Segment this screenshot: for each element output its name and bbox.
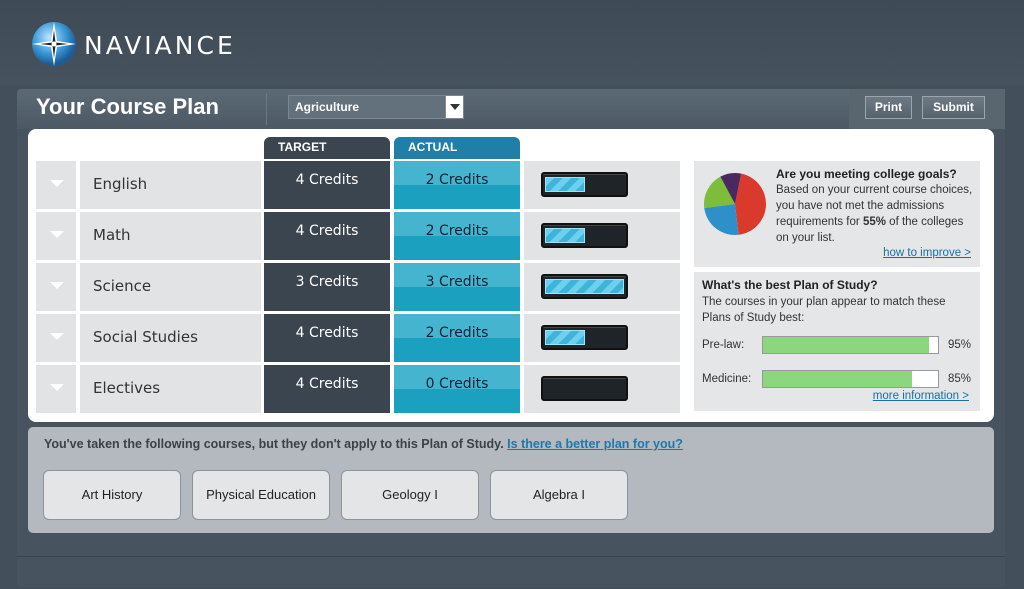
actual-credits: 0 Credits (394, 365, 520, 413)
subject-name: Social Studies (80, 314, 261, 362)
target-credits: 4 Credits (264, 212, 390, 260)
expand-triangle-icon[interactable] (36, 161, 76, 209)
actual-credits: 2 Credits (394, 314, 520, 362)
credit-row-social-studies: Social Studies 4 Credits 2 Credits (36, 314, 680, 362)
course-button-algebra-i[interactable]: Algebra I (490, 470, 628, 520)
expand-triangle-icon[interactable] (36, 314, 76, 362)
progress-cell (524, 365, 680, 413)
course-button-art-history[interactable]: Art History (43, 470, 181, 520)
plan-select-value: Agriculture (295, 100, 360, 114)
target-credits: 4 Credits (264, 365, 390, 413)
plan-of-study-select[interactable]: Agriculture (288, 95, 464, 119)
progress-bar-fill (545, 228, 585, 243)
expand-triangle-icon[interactable] (36, 212, 76, 260)
target-credits: 4 Credits (264, 161, 390, 209)
course-button-geology-i[interactable]: Geology I (341, 470, 479, 520)
progress-bar (541, 223, 628, 248)
plan-match-value: 95% (947, 339, 971, 351)
better-plan-link[interactable]: Is there a better plan for you? (507, 437, 683, 451)
plan-of-study-title: What's the best Plan of Study? (702, 278, 878, 292)
progress-bar-fill (545, 330, 585, 345)
course-button-physical-education[interactable]: Physical Education (192, 470, 330, 520)
progress-cell (524, 263, 680, 311)
college-goals-box: Are you meeting college goals? Based on … (694, 161, 980, 267)
college-goals-text: Based on your current course choices, yo… (776, 184, 973, 244)
plan-name: Medicine: (702, 373, 752, 385)
more-information-link[interactable]: more information > (873, 390, 969, 402)
target-credits: 4 Credits (264, 314, 390, 362)
other-courses-panel: You've taken the following courses, but … (28, 427, 994, 533)
chevron-down-icon[interactable] (445, 96, 463, 118)
plan-match-value: 85% (947, 373, 971, 385)
progress-bar (541, 325, 628, 350)
expand-triangle-icon[interactable] (36, 365, 76, 413)
target-column-header: TARGET (264, 137, 390, 159)
college-goals-pie-chart (704, 173, 766, 235)
plan-match-fill (763, 337, 929, 353)
subject-name: English (80, 161, 261, 209)
progress-bar (541, 172, 628, 197)
submit-button[interactable]: Submit (922, 96, 985, 119)
print-button[interactable]: Print (865, 96, 912, 119)
credit-row-math: Math 4 Credits 2 Credits (36, 212, 680, 260)
plan-name: Pre-law: (702, 339, 745, 351)
subject-name: Science (80, 263, 261, 311)
how-to-improve-link[interactable]: how to improve > (883, 247, 971, 259)
target-credits: 3 Credits (264, 263, 390, 311)
progress-bar-fill (545, 279, 624, 294)
pie-slice-met (704, 204, 739, 235)
college-goals-title: Are you meeting college goals? (776, 167, 957, 181)
expand-triangle-icon[interactable] (36, 263, 76, 311)
other-courses-message: You've taken the following courses, but … (44, 437, 683, 451)
credit-row-electives: Electives 4 Credits 0 Credits (36, 365, 680, 413)
progress-bar-fill (545, 177, 585, 192)
actual-credits: 2 Credits (394, 161, 520, 209)
footer-divider (17, 556, 1005, 557)
plan-match-bar (762, 336, 939, 354)
progress-cell (524, 212, 680, 260)
subject-name: Electives (80, 365, 261, 413)
plan-match-fill (763, 371, 912, 387)
progress-cell (524, 161, 680, 209)
credit-row-science: Science 3 Credits 3 Credits (36, 263, 680, 311)
progress-bar (541, 376, 628, 401)
subject-name: Math (80, 212, 261, 260)
brand-name: NAVIANCE (84, 31, 236, 60)
pie-slice-not-met (735, 173, 766, 235)
plan-of-study-box: What's the best Plan of Study? The cours… (694, 272, 980, 411)
credit-row-english: English 4 Credits 2 Credits (36, 161, 680, 209)
page-title: Your Course Plan (36, 94, 219, 119)
compass-logo-icon (32, 22, 76, 66)
progress-cell (524, 314, 680, 362)
actual-credits: 3 Credits (394, 263, 520, 311)
progress-bar (541, 274, 628, 299)
header-divider (266, 93, 267, 125)
goals-percent: 55% (862, 216, 886, 228)
actual-column-header: ACTUAL (394, 137, 520, 159)
actual-credits: 2 Credits (394, 212, 520, 260)
plan-of-study-text: The courses in your plan appear to match… (702, 296, 946, 324)
plan-match-bar (762, 370, 939, 388)
